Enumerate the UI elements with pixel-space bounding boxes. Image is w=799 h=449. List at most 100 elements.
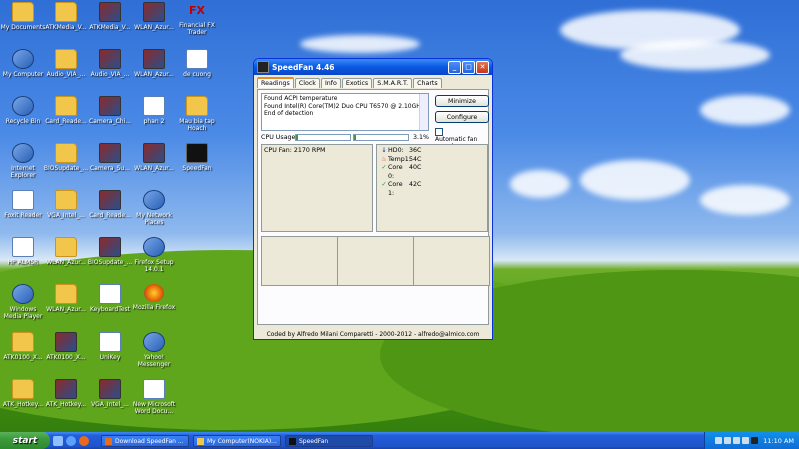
desktop-icon[interactable]: phan 2 [131,96,177,125]
checkmark-icon: ✓ [381,181,387,188]
tab-strip: Readings Clock Info Exotics S.M.A.R.T. Charts [257,77,443,88]
configure-button[interactable]: Configure [435,111,489,123]
desktop-icon-label: Windows Media Player [3,306,43,320]
log-line: Found Intel(R) Core(TM)2 Duo CPU T6570 @… [264,102,424,110]
log-line: Found ACPI temperature [264,95,338,102]
temperature-readings-box: ↓ HD0: 36C ♨ Temp1: 54C ✓ Core 0: 40C ✓ Core 1: 42C [376,144,488,232]
speedfan-tray-icon[interactable] [751,437,759,444]
desktop-icon[interactable]: FX Financial FX Trader [174,2,220,36]
taskbar-task[interactable]: My Computer(NOKIA)... [193,434,281,447]
desktop-icon[interactable]: Firefox Setup 14.0.1 [131,237,177,273]
desktop-icon[interactable]: ATK_Hotkey... [0,379,46,408]
desktop-icon[interactable]: BIOSupdate_... [43,143,89,172]
desktop-icon-label: ATK0100_X... [46,354,86,361]
app-icon [99,96,121,116]
speedfan-icon [257,61,269,73]
desktop-icon-label: VGA_Intel_... [47,212,85,219]
title-bar[interactable]: SpeedFan 4.46 _ □ ✕ [254,59,492,75]
firefox-icon [105,437,112,445]
desktop-icon[interactable]: VGA_Intel_... [87,379,133,408]
desktop-icon[interactable]: WLAN_Azur... [43,237,89,266]
tray-icon[interactable] [733,437,741,444]
desktop-icon-label: ATK_Hotkey... [2,401,44,408]
tab-exotics[interactable]: Exotics [341,78,373,88]
word-doc-icon [143,96,165,116]
start-button[interactable]: start [0,432,50,449]
taskbar-task-label: Download SpeedFan ... [115,437,184,445]
tab-info[interactable]: Info [320,78,341,88]
temperature-value: 40C [409,164,422,171]
desktop-icon[interactable]: KeyboardTest [87,284,133,313]
taskbar-task[interactable]: SpeedFan [285,434,373,447]
desktop-icon-label: Financial FX Trader [179,22,215,36]
quick-launch-desktop-icon[interactable] [53,435,63,446]
desktop-icon[interactable]: Audio_VIA_... [87,49,133,78]
desktop-icon[interactable]: ATKMedia_V... [87,2,133,31]
log-scrollbar[interactable] [419,94,428,130]
desktop-icon[interactable]: Camera_Chi... [87,96,133,125]
task-list: Download SpeedFan ... My Computer(NOKIA).… [97,434,373,447]
desktop-icon[interactable]: SpeedFan [174,143,220,172]
tray-icon[interactable] [724,437,732,444]
desktop-icon-label: Audio_VIA_... [90,71,130,78]
desktop-icon[interactable]: Windows Media Player [0,284,46,320]
desktop-icon-label: BIOSupdate_... [43,165,89,172]
desktop-icon-label: WLAN_Azur... [134,71,174,78]
desktop-icon[interactable]: Card_Reade... [87,190,133,219]
clock[interactable]: 11:10 AM [763,437,794,445]
recycle-bin-icon [12,96,34,116]
taskbar-task[interactable]: Download SpeedFan ... [101,434,189,447]
desktop-icon[interactable]: Mau bia tap Hoach [174,96,220,132]
desktop-icon[interactable]: WLAN_Azur... [131,143,177,172]
desktop-icon-label: Camera_Su... [90,165,130,172]
checkbox-box[interactable] [435,128,443,136]
tray-icon[interactable] [715,437,723,444]
desktop-icon[interactable]: UniKey [87,332,133,361]
desktop-icon[interactable]: Mozilla Firefox [131,284,177,311]
quick-launch-ie-icon[interactable] [66,435,76,446]
detection-log[interactable]: Found ACPI temperature Found Intel(R) Co… [261,93,429,131]
desktop-icon[interactable]: VGA_Intel_... [43,190,89,219]
desktop-icon[interactable]: ATK0100_X... [43,332,89,361]
desktop-icon[interactable]: Card_Reade... [43,96,89,125]
yahoo-icon [143,332,165,352]
cpu-usage-label: CPU Usage [261,134,296,141]
temperature-value: 42C [409,181,422,188]
word-doc-icon [143,379,165,399]
desktop-icon[interactable]: WLAN_Azur... [43,284,89,313]
tab-smart[interactable]: S.M.A.R.T. [373,78,413,88]
minimize-window-button[interactable]: _ [448,60,461,74]
desktop-icon[interactable]: ATK_Hotkey... [43,379,89,408]
desktop-icon[interactable]: Yahoo! Messenger [131,332,177,368]
close-window-button[interactable]: ✕ [476,60,489,74]
desktop-icon[interactable]: ATKMedia_V... [43,2,89,31]
desktop-icon[interactable]: Foxit Reader [0,190,46,219]
desktop-icon[interactable]: de cuong [174,49,220,78]
minimize-button[interactable]: Minimize [435,95,489,107]
cpu-usage-fill [296,135,298,140]
desktop-icon[interactable]: HP ALMSR [0,237,46,266]
tab-readings[interactable]: Readings [257,77,294,88]
maximize-window-button[interactable]: □ [462,60,475,74]
tab-charts[interactable]: Charts [413,78,442,88]
desktop-icon[interactable]: WLAN_Azur... [131,49,177,78]
desktop-icon-label: Card_Reade... [45,118,87,125]
tab-clock[interactable]: Clock [294,78,320,88]
desktop-icon[interactable]: Audio_VIA_... [43,49,89,78]
temperature-row: ↓ HD0: 36C [380,147,485,156]
firefox-icon [144,284,164,302]
fan-readings-box: CPU Fan: 2170 RPM [261,144,373,232]
quick-launch-firefox-icon[interactable] [79,435,89,446]
desktop-icon[interactable]: My Computer [0,49,46,78]
tray-icon[interactable] [742,437,750,444]
desktop-icon[interactable]: New Microsoft Word Docu... [131,379,177,415]
desktop-icon[interactable]: My Documents [0,2,46,31]
temperature-label: Temp1: [388,155,411,163]
desktop-icon[interactable]: Recycle Bin [0,96,46,125]
desktop-icon[interactable]: My Network Places [131,190,177,226]
desktop-icon[interactable]: WLAN_Azur... [131,2,177,31]
desktop-icon[interactable]: ATK0100_X... [0,332,46,361]
desktop-icon[interactable]: Camera_Su... [87,143,133,172]
desktop-icon[interactable]: Internet Explorer [0,143,46,179]
desktop-icon[interactable]: BIOSupdate_... [87,237,133,266]
